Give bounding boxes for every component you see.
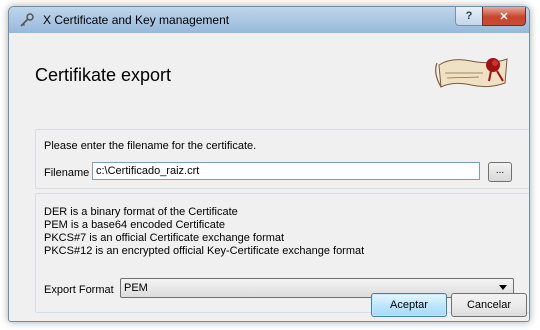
- scroll-logo-icon: [431, 51, 515, 95]
- filename-group: Please enter the filename for the certif…: [35, 129, 529, 189]
- accept-button[interactable]: Aceptar: [371, 293, 447, 317]
- filename-prompt: Please enter the filename for the certif…: [44, 140, 257, 152]
- export-format-value: PEM: [124, 282, 148, 294]
- window-title: X Certificate and Key management: [43, 13, 230, 27]
- format-description: PEM is a base64 encoded Certificate: [44, 219, 225, 231]
- dialog-content: Certifikate export Please enter the file…: [17, 35, 529, 315]
- close-button[interactable]: ✕: [482, 7, 526, 26]
- filename-input[interactable]: [92, 162, 480, 180]
- dialog-window: X Certificate and Key management ? ✕ Cer…: [8, 6, 530, 322]
- title-bar[interactable]: X Certificate and Key management ? ✕: [9, 7, 529, 33]
- format-description: DER is a binary format of the Certificat…: [44, 206, 238, 218]
- format-description: PKCS#12 is an encrypted official Key-Cer…: [44, 245, 365, 257]
- key-icon: [19, 13, 35, 27]
- chevron-down-icon[interactable]: [499, 285, 507, 290]
- format-description: PKCS#7 is an official Certificate exchan…: [44, 232, 285, 244]
- cancel-button[interactable]: Cancelar: [451, 293, 527, 317]
- filename-label: Filename: [44, 167, 90, 179]
- browse-button[interactable]: ...: [488, 162, 512, 182]
- export-format-label: Export Format: [44, 284, 114, 296]
- page-title: Certifikate export: [35, 65, 172, 85]
- dialog-header: Certifikate export: [23, 35, 519, 95]
- help-button[interactable]: ?: [455, 7, 483, 26]
